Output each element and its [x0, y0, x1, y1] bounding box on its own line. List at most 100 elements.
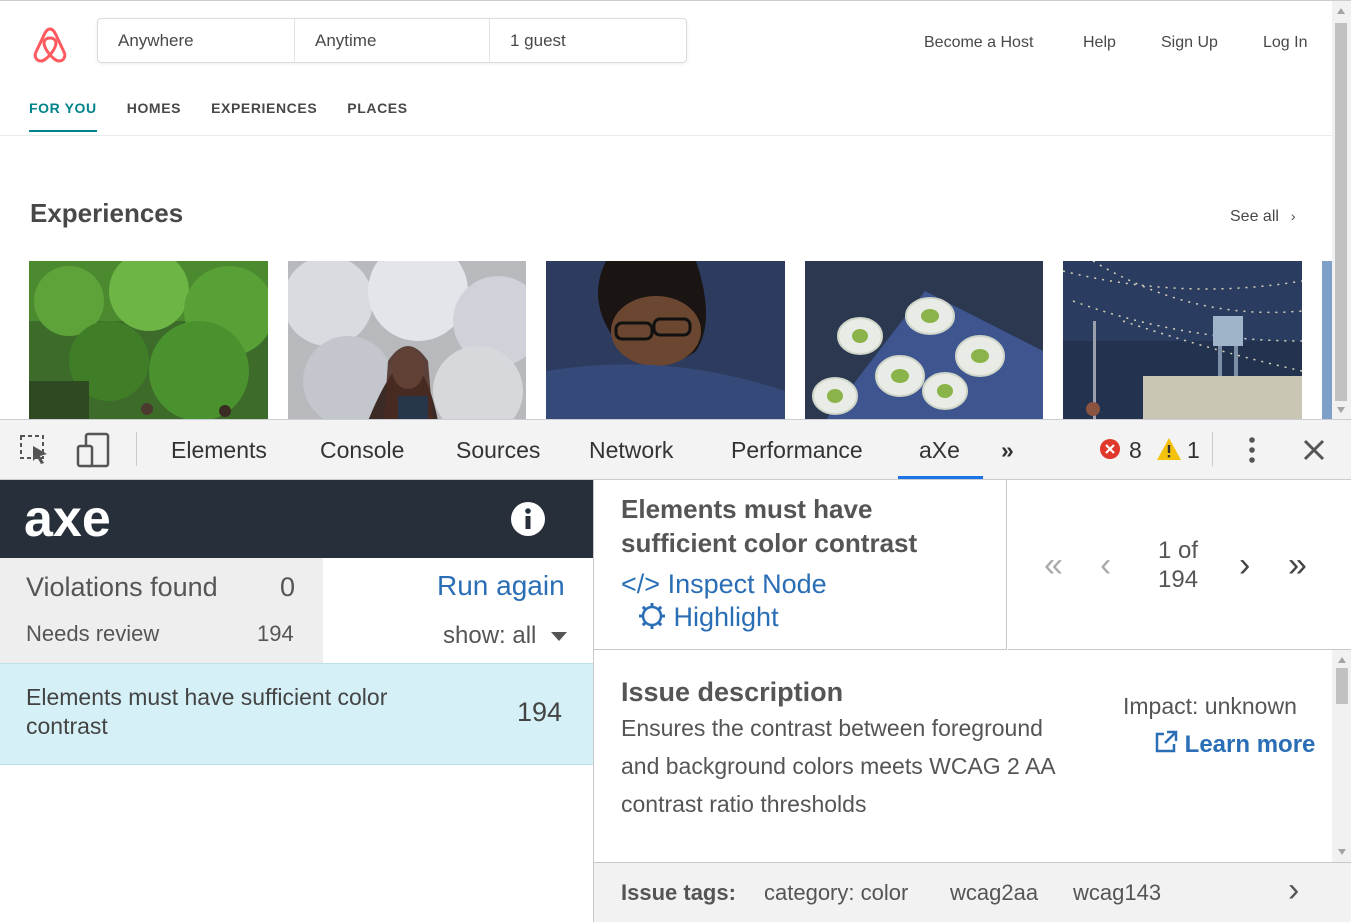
blossom-tree-photo: [288, 261, 526, 419]
impact-label: Impact: unknown: [1123, 693, 1297, 719]
inspect-element-icon[interactable]: [19, 434, 51, 466]
violations-count: 0: [280, 572, 296, 602]
tab-axe[interactable]: aXe: [919, 437, 960, 464]
category-tabs: FOR YOU HOMES EXPERIENCES PLACES: [29, 100, 408, 132]
highlight-gear-icon: [639, 603, 665, 629]
axe-logo-text: axe: [24, 496, 111, 542]
code-icon: </>: [621, 569, 661, 599]
portrait-photo: [546, 261, 785, 419]
airbnb-logo-icon[interactable]: [30, 25, 70, 65]
date-value: Anytime: [315, 30, 377, 50]
sign-up-link[interactable]: Sign Up: [1161, 34, 1218, 52]
tags-next-icon[interactable]: ›: [1288, 871, 1299, 910]
toolbar-divider: [136, 432, 137, 466]
issue-description: Issue description Ensures the contrast b…: [594, 650, 1351, 862]
tab-network[interactable]: Network: [589, 437, 673, 464]
experience-card-image[interactable]: [288, 261, 526, 419]
experience-card-image[interactable]: [29, 261, 268, 419]
tab-homes[interactable]: HOMES: [127, 100, 181, 132]
axe-details-pane: Elements must have sufficient color cont…: [593, 480, 1351, 922]
error-count[interactable]: 8: [1129, 437, 1142, 464]
rule-title-line2: contrast: [26, 713, 108, 739]
active-tab-indicator: [898, 476, 983, 479]
run-again-button[interactable]: Run again: [437, 570, 565, 602]
page-scrollbar[interactable]: [1332, 1, 1351, 419]
see-all-link[interactable]: See all ›: [1230, 208, 1296, 226]
sushi-photo: [805, 261, 1043, 419]
devtools-toolbar: Elements Console Sources Network Perform…: [0, 420, 1351, 480]
date-field[interactable]: Anytime: [295, 19, 490, 62]
learn-more-label: Learn more: [1184, 731, 1316, 758]
detail-title-line1: Elements must have: [621, 494, 873, 524]
run-controls: Run again show: all: [323, 558, 593, 663]
axe-header: axe: [0, 480, 593, 558]
pager-position-line1: 1 of: [1158, 537, 1199, 564]
location-field[interactable]: Anywhere: [98, 19, 295, 62]
experience-card-image[interactable]: [1063, 261, 1302, 419]
info-icon[interactable]: [510, 501, 546, 537]
see-all-label: See all: [1230, 208, 1279, 225]
kebab-menu-icon[interactable]: [1242, 435, 1262, 465]
tab-for-you[interactable]: FOR YOU: [29, 100, 97, 132]
help-link[interactable]: Help: [1083, 34, 1116, 52]
website-viewport: Anywhere Anytime 1 guest Become a Host H…: [0, 0, 1351, 419]
experience-card-image[interactable]: [805, 261, 1043, 419]
warning-icon[interactable]: [1156, 437, 1182, 461]
prev-page-icon[interactable]: ‹: [1100, 546, 1111, 585]
scroll-up-icon[interactable]: [1337, 8, 1345, 14]
device-toolbar-icon[interactable]: [76, 432, 112, 468]
rule-title-line1: Elements must have sufficient color: [26, 684, 388, 710]
highlight-link[interactable]: Highlight: [638, 602, 779, 633]
issue-tag: wcag143: [1073, 880, 1162, 905]
pager-position-line2: 194: [1158, 566, 1199, 593]
issue-text-line1: Ensures the contrast between foreground: [621, 715, 1043, 741]
experience-card-image[interactable]: [546, 261, 785, 419]
ivy-garden-photo: [29, 261, 268, 419]
close-icon[interactable]: [1302, 438, 1326, 462]
needs-review-count: 194: [257, 621, 294, 646]
external-link-icon: [1155, 730, 1178, 753]
search-bar[interactable]: Anywhere Anytime 1 guest: [97, 18, 687, 63]
section-title: Experiences: [30, 198, 184, 228]
tab-sources[interactable]: Sources: [456, 437, 540, 464]
tab-experiences[interactable]: EXPERIENCES: [211, 100, 317, 132]
scrollbar-thumb[interactable]: [1335, 23, 1347, 401]
last-page-icon[interactable]: »: [1288, 546, 1307, 585]
detail-header: Elements must have sufficient color cont…: [594, 480, 1007, 650]
node-pager: « ‹ 1 of 194 › »: [1008, 480, 1351, 650]
log-in-link[interactable]: Log In: [1263, 34, 1307, 52]
show-filter-value: show: all: [443, 622, 537, 649]
caret-down-icon: [551, 632, 568, 642]
tab-places[interactable]: PLACES: [347, 100, 407, 132]
toolbar-divider: [1212, 432, 1213, 466]
scroll-down-icon[interactable]: [1338, 849, 1346, 855]
show-filter-select[interactable]: show: all: [443, 622, 568, 650]
issue-tags-bar: Issue tags: category: color wcag2aa wcag…: [594, 862, 1351, 922]
inspect-node-link[interactable]: </> Inspect Node: [621, 569, 827, 600]
experience-card-partial[interactable]: [1322, 261, 1332, 419]
issue-text-line2: and background colors meets WCAG 2 AA: [621, 753, 1056, 779]
error-icon[interactable]: [1099, 438, 1121, 460]
scrollbar-thumb[interactable]: [1336, 668, 1348, 704]
become-host-link[interactable]: Become a Host: [924, 34, 1033, 52]
next-page-icon[interactable]: ›: [1239, 546, 1250, 585]
scroll-down-icon[interactable]: [1337, 407, 1345, 413]
tab-console[interactable]: Console: [320, 437, 404, 464]
learn-more-link[interactable]: Learn more: [1154, 730, 1315, 759]
issue-heading: Issue description: [621, 677, 844, 707]
scroll-up-icon[interactable]: [1338, 657, 1346, 663]
first-page-icon[interactable]: «: [1044, 546, 1063, 585]
tab-elements[interactable]: Elements: [171, 437, 267, 464]
issue-tag: category: color: [764, 880, 909, 905]
tab-performance[interactable]: Performance: [731, 437, 863, 464]
issue-tag: wcag2aa: [950, 880, 1039, 905]
more-tabs-icon[interactable]: »: [1001, 437, 1014, 464]
violations-label: Violations found: [26, 572, 218, 602]
rule-list-item[interactable]: Elements must have sufficient color cont…: [0, 663, 593, 765]
warning-count[interactable]: 1: [1187, 437, 1200, 464]
issue-text-line3: contrast ratio thresholds: [621, 791, 867, 817]
devtools-panel: Elements Console Sources Network Perform…: [0, 419, 1351, 922]
details-scrollbar[interactable]: [1332, 650, 1351, 862]
guests-field[interactable]: 1 guest: [490, 19, 686, 62]
results-summary: Violations found 0 Needs review 194: [0, 558, 323, 663]
